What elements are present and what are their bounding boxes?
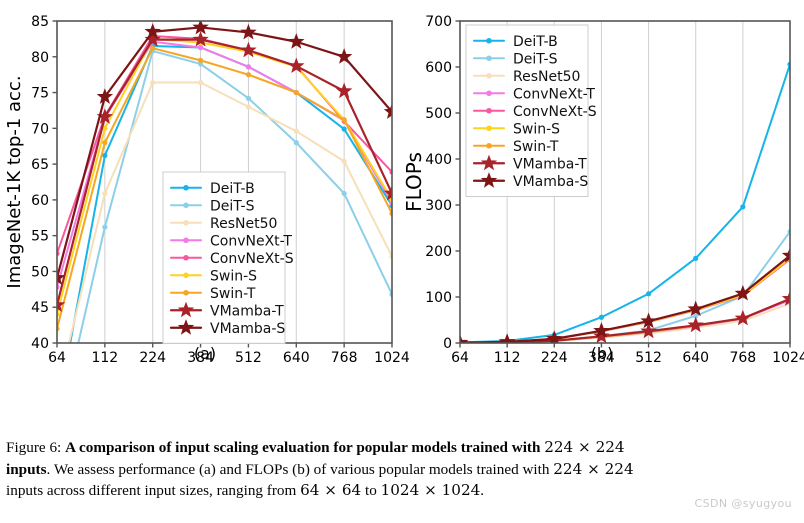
series-marker-resnet50 <box>150 79 156 86</box>
caption-range-low: 64 × 64 <box>300 481 362 500</box>
series-marker-resnet50 <box>341 158 347 164</box>
legend-label-vmamba-s: VMamba-S <box>513 174 588 190</box>
legend-label-swin-t: Swin-T <box>210 286 256 302</box>
series-marker-deit-b <box>645 291 652 297</box>
legend-label-convnext-s: ConvNeXt-S <box>513 104 597 120</box>
legend-marker-deit-b <box>183 184 189 191</box>
legend-marker-convnext-s <box>486 107 492 114</box>
legend-marker-resnet50 <box>183 219 189 226</box>
subfigure-label-b: (b) <box>590 344 614 363</box>
y-tick-label: 85 <box>31 14 49 30</box>
series-marker-deit-s <box>341 190 347 197</box>
chart-legend: DeiT-BDeiT-S ResNet50ConvNeXt-T ConvNeXt-S… <box>162 171 294 344</box>
legend-marker-deit-s <box>183 202 189 209</box>
series-line-swin-s <box>460 257 790 343</box>
series-marker-swin-t <box>102 140 108 146</box>
legend-label-resnet50: ResNet50 <box>210 216 277 232</box>
legend-label-deit-s: DeiT-S <box>210 198 255 214</box>
legend-label-convnext-t: ConvNeXt-T <box>210 233 292 249</box>
figure-panels: 64 112 224 384 512 640 768 1024 40 45 50 55 60 65 70 75… <box>0 0 804 415</box>
legend-marker-resnet50 <box>486 72 492 79</box>
chart-legend: DeiT-BDeiT-S ResNet50ConvNeXt-T ConvNeXt-S… <box>465 24 597 197</box>
legend-marker-deit-b <box>486 37 492 44</box>
legend-marker-swin-s <box>486 125 492 132</box>
y-tick-label: 600 <box>425 60 452 76</box>
legend-label-swin-t: Swin-T <box>513 139 559 155</box>
csdn-watermark: CSDN @syugyou <box>694 497 792 510</box>
series-marker-convnext-t <box>197 44 204 51</box>
caption-body-3: to <box>361 482 381 500</box>
series-marker-swin-t <box>341 117 347 123</box>
legend-label-deit-s: DeiT-S <box>513 51 558 67</box>
legend-marker-deit-s <box>486 55 492 62</box>
series-marker-deit-b <box>341 126 347 132</box>
legend-label-deit-b: DeiT-B <box>210 181 255 197</box>
series-marker-swin-t <box>293 89 299 96</box>
legend-marker-swin-t <box>486 142 492 149</box>
figure-page: 64 112 224 384 512 640 768 1024 40 45 50 55 60 65 70 75… <box>0 0 804 523</box>
y-tick-label: 400 <box>425 152 452 168</box>
series-marker-convnext-t <box>245 64 252 70</box>
series-line-convnext-s <box>460 258 790 343</box>
caption-bold-lead: A comparison of input scaling evaluation… <box>65 439 545 456</box>
y-axis-label: FLOPs <box>402 152 426 212</box>
flops-line-chart: 64 112 224 384 512 640 768 10240100200300400500… <box>402 14 804 366</box>
series-marker-deit-s <box>102 224 108 230</box>
y-tick-label: 700 <box>425 14 452 30</box>
legend-label-convnext-t: ConvNeXt-T <box>513 86 595 102</box>
y-tick-label: 65 <box>31 157 49 173</box>
y-tick-label: 80 <box>31 50 49 66</box>
legend-marker-convnext-t <box>486 90 492 97</box>
y-tick-label: 75 <box>31 86 49 102</box>
caption-body-resolution: 224 × 224 <box>553 459 634 478</box>
y-tick-label: 55 <box>31 229 49 245</box>
subfigure-label-a: (a) <box>193 344 217 363</box>
legend-marker-swin-t <box>183 289 189 296</box>
legend-label-vmamba-s: VMamba-S <box>210 321 285 337</box>
series-line-vmamba-s <box>460 254 790 343</box>
caption-body-1: . We assess performance (a) and FLOPs (b… <box>46 460 554 478</box>
series-marker-swin-t <box>150 45 156 51</box>
chart-panel-accuracy: 64 112 224 384 512 640 768 1024 40 45 50 55 60 65 70 75… <box>0 0 410 415</box>
legend-label-vmamba-t: VMamba-T <box>513 156 587 172</box>
y-tick-label: 45 <box>31 300 49 316</box>
series-marker-swin-t <box>245 72 252 78</box>
series-marker-swin-t <box>197 57 204 63</box>
series-marker-deit-s <box>245 95 252 101</box>
legend-marker-convnext-s <box>183 254 189 261</box>
caption-figure-number: Figure 6: <box>6 439 66 456</box>
chart-panel-flops: 64 112 224 384 512 640 768 1024 0 100 200 300 400 500… <box>400 0 804 415</box>
series-marker-deit-b <box>693 255 699 261</box>
series-marker-resnet50 <box>293 128 299 134</box>
caption-bold-inputs: inputs <box>6 460 47 478</box>
legend-label-convnext-s: ConvNeXt-S <box>210 251 294 267</box>
legend-marker-convnext-t <box>183 237 189 244</box>
y-tick-label: 60 <box>31 193 49 209</box>
legend-label-swin-s: Swin-S <box>210 268 257 284</box>
series-marker-deit-s <box>293 140 299 146</box>
series-marker-resnet50 <box>245 104 252 110</box>
series-marker-deit-b <box>598 314 605 320</box>
legend-label-deit-b: DeiT-B <box>513 34 558 50</box>
caption-body-2: inputs across different input sizes, ran… <box>6 482 301 500</box>
caption-body-4: . <box>480 482 485 500</box>
legend-marker-swin-s <box>183 272 189 279</box>
accuracy-line-chart: 64 112 224 384 512 640 768 10244045505560657075… <box>4 14 410 366</box>
caption-bold-resolution: 224 × 224 <box>544 438 625 456</box>
y-tick-label: 50 <box>31 264 49 280</box>
caption-range-high: 1024 × 1024 <box>380 481 481 500</box>
series-marker-resnet50 <box>197 79 204 86</box>
series-marker-deit-b <box>740 204 746 210</box>
y-tick-label: 500 <box>425 106 452 122</box>
y-axis-label: ImageNet-1K top-1 acc. <box>4 75 25 288</box>
series-marker-resnet50 <box>102 190 108 197</box>
y-tick-label: 70 <box>31 121 49 137</box>
y-tick-label: 100 <box>425 290 452 306</box>
legend-label-resnet50: ResNet50 <box>513 69 580 85</box>
legend-label-swin-s: Swin-S <box>513 121 560 137</box>
legend-label-vmamba-t: VMamba-T <box>210 303 284 319</box>
y-tick-label: 300 <box>425 198 452 214</box>
figure-caption: Figure 6: A comparison of input scaling … <box>6 437 798 502</box>
y-tick-label: 200 <box>425 244 452 260</box>
